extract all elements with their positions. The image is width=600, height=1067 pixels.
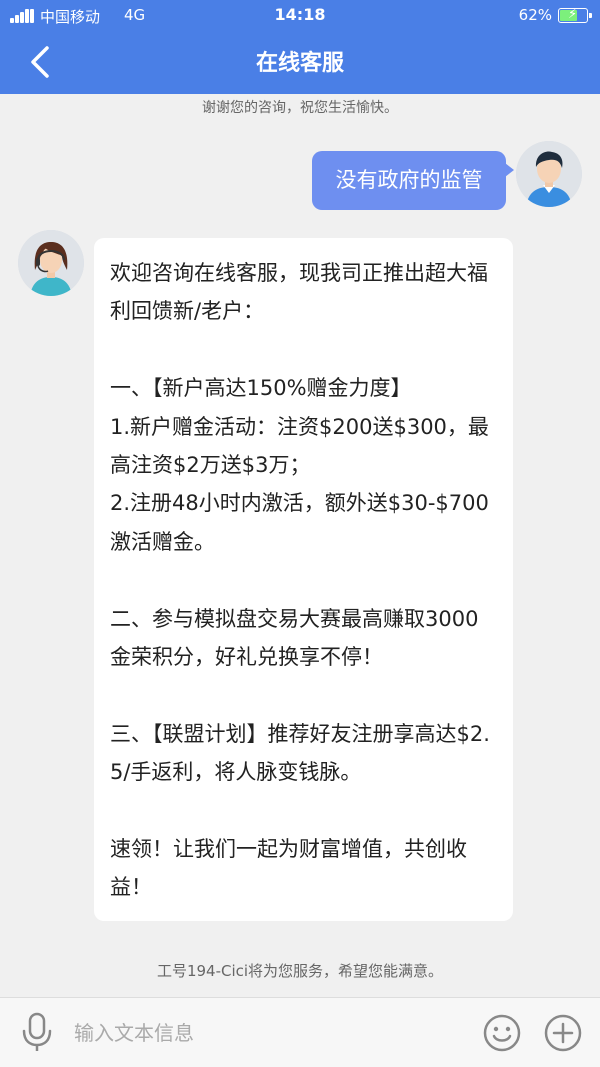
agent-message-line [110,561,497,599]
emoji-icon[interactable] [483,1014,521,1052]
message-input[interactable] [74,1018,454,1048]
agent-message-line: 三、【联盟计划】推荐好友注册享高达$2.5/手返利，将人脉变钱脉。 [110,721,490,785]
status-time: 14:18 [274,5,326,24]
agent-message-bubble[interactable]: 欢迎咨询在线客服，现我司正推出超大福利回馈新/老户： 一、【新户高达150%赠金… [94,238,513,921]
agent-message-line [110,676,497,714]
agent-avatar[interactable] [18,230,84,296]
agent-message-line: 速领！让我们一起为财富增值，共创收益！ [110,837,467,900]
plus-icon[interactable] [544,1014,582,1052]
input-bar [0,997,600,1067]
agent-message-line: 一、【新户高达150%赠金力度】 [110,376,412,401]
user-avatar[interactable] [516,141,582,207]
agent-message-line [110,331,497,369]
agent-message-line: 二、参与模拟盘交易大赛最高赚取3000金荣积分，好礼兑换享不停！ [110,606,479,670]
top-bar: 中国移动 4G 14:18 62% ⚡ 在线客服 [0,0,600,94]
user-avatar-icon [516,141,582,207]
battery-percentage: 62% [518,6,552,24]
system-notice-bottom: 工号194-Cici将为您服务，希望您能满意。 [156,962,444,980]
agent-message-line: 欢迎咨询在线客服，现我司正推出超大福利回馈新/老户： [110,261,488,324]
user-message-bubble[interactable]: 没有政府的监管 [312,151,514,210]
agent-message-line [110,792,497,830]
agent-message-line: 2.注册48小时内激活，额外送$30-$700激活赠金。 [110,491,489,554]
system-notice-top: 谢谢您的咨询，祝您生活愉快。 [202,100,398,116]
battery-icon: ⚡ [558,7,592,23]
agent-message-line: 1.新户赠金活动：注资$200送$300，最高注资$2万送$3万； [110,414,489,478]
agent-avatar-icon [18,230,84,296]
status-bar: 中国移动 4G 14:18 62% ⚡ [0,0,600,30]
microphone-icon[interactable] [20,1011,54,1053]
page-title: 在线客服 [255,51,344,76]
